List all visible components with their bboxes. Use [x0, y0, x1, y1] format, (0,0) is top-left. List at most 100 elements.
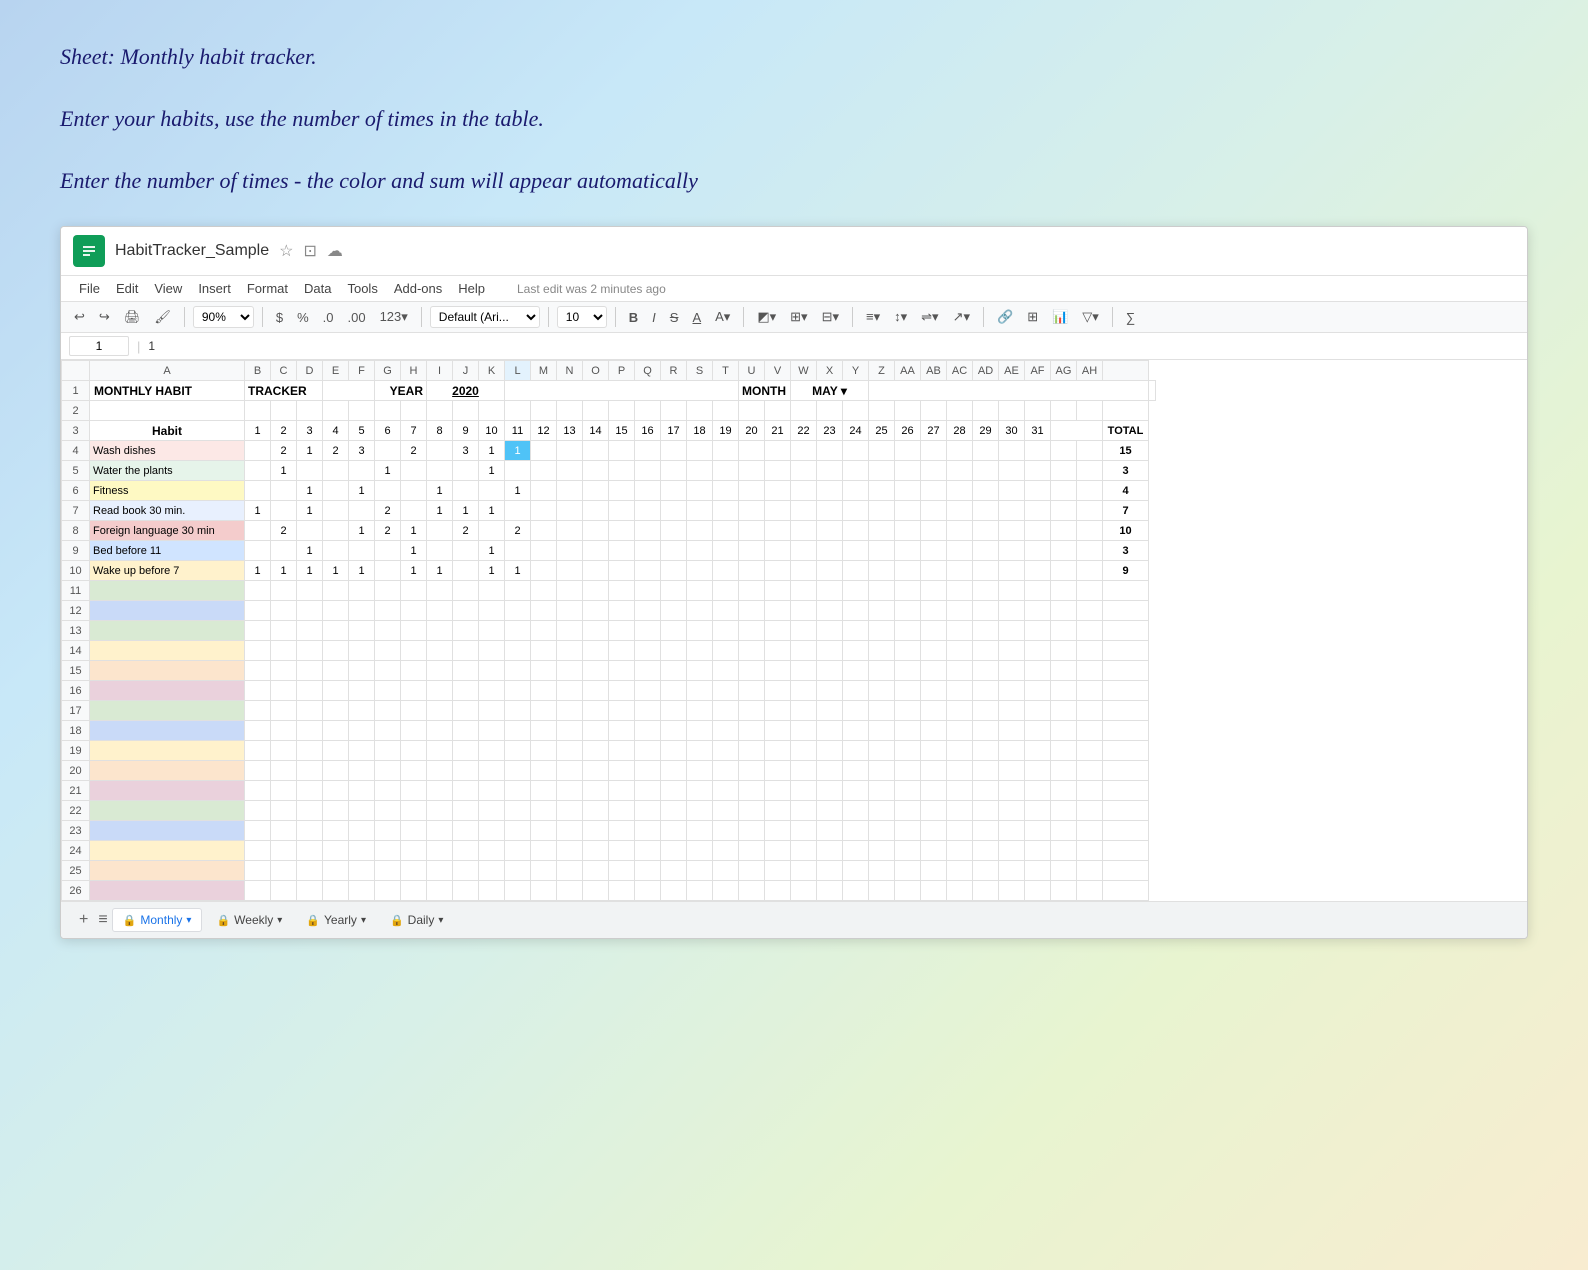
text-color-btn[interactable]: A▾: [710, 306, 735, 328]
day-cell[interactable]: [921, 481, 947, 501]
empty-day-cell[interactable]: [453, 881, 479, 901]
empty-day-cell[interactable]: [505, 701, 531, 721]
sheet-cell[interactable]: 27: [921, 421, 947, 441]
empty-day-cell[interactable]: [765, 661, 791, 681]
col-P[interactable]: P: [609, 361, 635, 381]
day-cell[interactable]: [609, 481, 635, 501]
day-cell[interactable]: [921, 541, 947, 561]
day-cell[interactable]: [453, 481, 479, 501]
empty-day-cell[interactable]: [895, 761, 921, 781]
day-cell[interactable]: [817, 481, 843, 501]
empty-habit-cell[interactable]: [90, 801, 245, 821]
empty-day-cell[interactable]: [765, 741, 791, 761]
col-G[interactable]: G: [375, 361, 401, 381]
empty-day-cell[interactable]: [1025, 621, 1051, 641]
empty-day-cell[interactable]: [817, 761, 843, 781]
day-cell[interactable]: [687, 561, 713, 581]
day-cell[interactable]: [635, 541, 661, 561]
empty-habit-cell[interactable]: [90, 581, 245, 601]
empty-day-cell[interactable]: [791, 781, 817, 801]
empty-day-cell[interactable]: [661, 881, 687, 901]
day-cell[interactable]: [635, 481, 661, 501]
col-V[interactable]: V: [765, 361, 791, 381]
empty-day-cell[interactable]: [895, 821, 921, 841]
empty-day-cell[interactable]: [999, 721, 1025, 741]
empty-day-cell[interactable]: [999, 621, 1025, 641]
empty-day-cell[interactable]: [973, 741, 999, 761]
empty-day-cell[interactable]: [739, 821, 765, 841]
empty-day-cell[interactable]: [531, 821, 557, 841]
extra-cell[interactable]: [1051, 561, 1077, 581]
empty-day-cell[interactable]: [557, 861, 583, 881]
day-cell[interactable]: 2: [271, 441, 297, 461]
empty-day-cell[interactable]: [895, 601, 921, 621]
empty-day-cell[interactable]: [375, 681, 401, 701]
day-cell[interactable]: [245, 541, 271, 561]
empty-day-cell[interactable]: [973, 801, 999, 821]
empty-day-cell[interactable]: [739, 881, 765, 901]
bold-btn[interactable]: B: [624, 307, 643, 328]
empty-day-cell[interactable]: [453, 601, 479, 621]
empty-day-cell[interactable]: [349, 601, 375, 621]
empty-day-cell[interactable]: [843, 641, 869, 661]
day-cell[interactable]: 1: [297, 481, 323, 501]
empty-day-cell[interactable]: [297, 701, 323, 721]
sheet-cell[interactable]: [973, 401, 999, 421]
day-cell[interactable]: [505, 501, 531, 521]
empty-day-cell[interactable]: [1051, 621, 1077, 641]
empty-day-cell[interactable]: [765, 681, 791, 701]
sheet-cell[interactable]: YEAR: [375, 381, 427, 401]
empty-day-cell[interactable]: [739, 661, 765, 681]
empty-day-cell[interactable]: [713, 721, 739, 741]
empty-day-cell[interactable]: [791, 761, 817, 781]
empty-day-cell[interactable]: [1077, 881, 1103, 901]
empty-day-cell[interactable]: [453, 801, 479, 821]
empty-day-cell[interactable]: [843, 801, 869, 821]
empty-day-cell[interactable]: [427, 881, 453, 901]
empty-day-cell[interactable]: [817, 801, 843, 821]
empty-day-cell[interactable]: [609, 821, 635, 841]
empty-day-cell[interactable]: [947, 701, 973, 721]
empty-day-cell[interactable]: [271, 881, 297, 901]
day-cell[interactable]: [973, 481, 999, 501]
empty-day-cell[interactable]: [375, 881, 401, 901]
day-cell[interactable]: [973, 521, 999, 541]
empty-day-cell[interactable]: [869, 861, 895, 881]
empty-day-cell[interactable]: [973, 861, 999, 881]
empty-day-cell[interactable]: [401, 741, 427, 761]
tab-monthly[interactable]: 🔒 Monthly ▾: [112, 908, 203, 932]
empty-day-cell[interactable]: [479, 721, 505, 741]
empty-day-cell[interactable]: [817, 861, 843, 881]
empty-day-cell[interactable]: [531, 801, 557, 821]
empty-day-cell[interactable]: [479, 861, 505, 881]
extra-cell[interactable]: [1051, 521, 1077, 541]
sheet-cell[interactable]: [323, 381, 375, 401]
sheet-cell[interactable]: [1149, 381, 1156, 401]
empty-day-cell[interactable]: [869, 581, 895, 601]
day-cell[interactable]: [635, 521, 661, 541]
day-cell[interactable]: 1: [245, 561, 271, 581]
day-cell[interactable]: [635, 461, 661, 481]
empty-day-cell[interactable]: [661, 821, 687, 841]
sheet-cell[interactable]: 11: [505, 421, 531, 441]
empty-day-cell[interactable]: [817, 721, 843, 741]
empty-day-cell[interactable]: [245, 881, 271, 901]
valign-btn[interactable]: ↕▾: [889, 306, 912, 328]
day-cell[interactable]: [401, 501, 427, 521]
col-C[interactable]: C: [271, 361, 297, 381]
day-cell[interactable]: [843, 561, 869, 581]
empty-habit-cell[interactable]: [90, 881, 245, 901]
percent-btn[interactable]: %: [292, 307, 314, 328]
empty-day-cell[interactable]: [947, 741, 973, 761]
empty-day-cell[interactable]: [245, 801, 271, 821]
empty-day-cell[interactable]: [401, 801, 427, 821]
star-icon[interactable]: ☆: [279, 241, 293, 261]
day-cell[interactable]: 1: [323, 561, 349, 581]
day-cell[interactable]: [609, 541, 635, 561]
day-cell[interactable]: [999, 481, 1025, 501]
empty-day-cell[interactable]: [583, 641, 609, 661]
sheet-cell[interactable]: [271, 401, 297, 421]
empty-day-cell[interactable]: [999, 701, 1025, 721]
empty-day-cell[interactable]: [557, 661, 583, 681]
col-X[interactable]: X: [817, 361, 843, 381]
